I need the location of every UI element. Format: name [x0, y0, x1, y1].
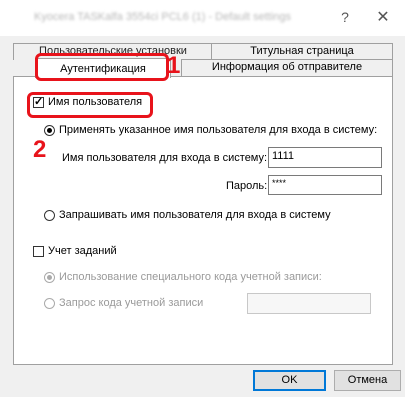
tab-label: Информация об отправителе — [211, 61, 363, 73]
tab-authentication[interactable]: Аутентификация — [35, 58, 171, 78]
close-icon[interactable]: ✕ — [373, 7, 393, 27]
password-field[interactable]: **** — [268, 175, 382, 195]
use-account-code-radio[interactable] — [44, 272, 55, 283]
tab-label: Аутентификация — [60, 63, 146, 75]
use-specified-username-radio[interactable] — [44, 125, 55, 136]
tab-sender-info[interactable]: Информация об отправителе — [181, 59, 393, 77]
job-accounting-label: Учет заданий — [48, 245, 117, 257]
prompt-account-code-label: Запрос кода учетной записи — [59, 297, 204, 309]
step-2-marker: 2 — [33, 136, 47, 163]
prompt-username-label: Запрашивать имя пользователя для входа в… — [59, 209, 331, 221]
account-code-field[interactable] — [247, 293, 371, 314]
help-icon[interactable]: ? — [335, 9, 355, 25]
use-specified-username-label: Применять указанное имя пользователя для… — [59, 124, 378, 136]
window-title: Kyocera TASKalfa 3554ci PCL6 (1) - Defau… — [34, 11, 291, 23]
job-accounting-checkbox[interactable] — [33, 246, 44, 257]
tab-label: Титульная страница — [250, 45, 354, 57]
login-name-label: Имя пользователя для входа в систему: — [62, 152, 268, 164]
username-checkbox-label: Имя пользователя — [48, 96, 143, 108]
password-label: Пароль: — [226, 180, 268, 192]
prompt-account-code-radio[interactable] — [44, 298, 55, 309]
step-1-marker: 1 — [167, 52, 181, 79]
login-name-field[interactable]: 1111 — [268, 147, 382, 168]
cancel-button[interactable]: Отмена — [334, 370, 401, 391]
tab-cover-page[interactable]: Титульная страница — [211, 43, 393, 60]
title-bar: Kyocera TASKalfa 3554ci PCL6 (1) - Defau… — [0, 0, 405, 36]
use-account-code-label: Использование специального кода учетной … — [59, 271, 322, 283]
ok-button[interactable]: OK — [253, 370, 326, 391]
tab-label: Пользовательские установки — [39, 45, 187, 57]
prompt-username-radio[interactable] — [44, 210, 55, 221]
username-checkbox[interactable] — [33, 95, 44, 108]
printer-settings-dialog: Kyocera TASKalfa 3554ci PCL6 (1) - Defau… — [0, 0, 405, 397]
